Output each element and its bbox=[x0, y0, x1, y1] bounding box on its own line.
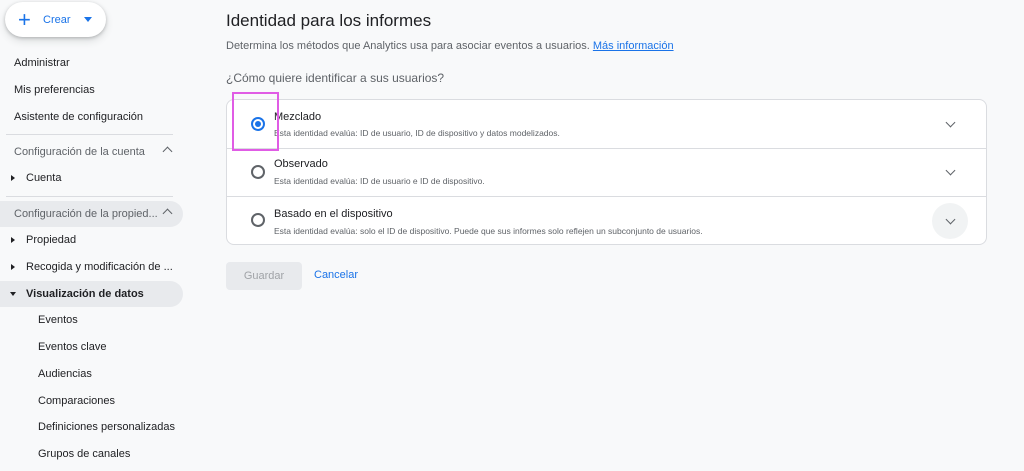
option-description: Esta identidad evalúa: solo el ID de dis… bbox=[274, 226, 703, 236]
option-dispositivo[interactable]: Basado en el dispositivo Esta identidad … bbox=[227, 196, 986, 244]
tree-item-cuenta[interactable]: Cuenta bbox=[0, 165, 183, 191]
option-observado[interactable]: Observado Esta identidad evalúa: ID de u… bbox=[227, 148, 986, 196]
sub-item-comparaciones[interactable]: Comparaciones bbox=[38, 395, 115, 407]
chevron-down-icon bbox=[945, 117, 955, 127]
expand-arrow-icon bbox=[11, 175, 15, 181]
account-settings-header[interactable]: Configuración de la cuenta bbox=[0, 139, 183, 165]
expand-observado-button[interactable] bbox=[932, 154, 968, 190]
create-label: Crear bbox=[43, 13, 71, 26]
radio-mezclado[interactable] bbox=[251, 117, 265, 131]
tree-item-label: Visualización de datos bbox=[26, 288, 144, 300]
chevron-down-icon bbox=[945, 214, 955, 224]
tree-item-recogida[interactable]: Recogida y modificación de ... bbox=[0, 254, 183, 280]
question-heading: ¿Cómo quiere identificar a sus usuarios? bbox=[226, 71, 445, 85]
tree-item-propiedad[interactable]: Propiedad bbox=[0, 227, 183, 253]
sub-item-eventos-clave[interactable]: Eventos clave bbox=[38, 341, 106, 353]
expand-mezclado-button[interactable] bbox=[932, 106, 968, 142]
sub-item-definiciones[interactable]: Definiciones personalizadas bbox=[38, 421, 175, 433]
create-button[interactable]: + Crear bbox=[5, 2, 106, 37]
more-info-link[interactable]: Más información bbox=[593, 40, 674, 52]
nav-asistente-configuracion[interactable]: Asistente de configuración bbox=[14, 111, 143, 123]
option-title: Mezclado bbox=[274, 111, 322, 123]
sub-item-grupos-canales[interactable]: Grupos de canales bbox=[38, 448, 130, 460]
sidebar-divider bbox=[6, 196, 173, 197]
property-settings-label: Configuración de la propied... bbox=[14, 208, 158, 220]
chevron-up-icon bbox=[162, 146, 173, 157]
expand-dispositivo-button[interactable] bbox=[932, 203, 968, 239]
sidebar: + Crear Administrar Mis preferencias Asi… bbox=[0, 0, 184, 471]
option-description: Esta identidad evalúa: ID de usuario e I… bbox=[274, 176, 485, 186]
save-button[interactable]: Guardar bbox=[226, 262, 302, 290]
tree-item-visualizacion-datos[interactable]: Visualización de datos bbox=[0, 281, 183, 307]
property-settings-header[interactable]: Configuración de la propied... bbox=[0, 201, 183, 227]
nav-administrar[interactable]: Administrar bbox=[14, 57, 70, 69]
sub-item-eventos[interactable]: Eventos bbox=[38, 314, 78, 326]
option-mezclado[interactable]: Mezclado Esta identidad evalúa: ID de us… bbox=[227, 100, 986, 148]
sidebar-divider bbox=[6, 134, 173, 135]
chevron-up-icon bbox=[162, 208, 173, 219]
description-text: Determina los métodos que Analytics usa … bbox=[226, 40, 590, 52]
identity-options-card: Mezclado Esta identidad evalúa: ID de us… bbox=[226, 99, 987, 245]
page-description: Determina los métodos que Analytics usa … bbox=[226, 40, 674, 52]
cancel-button[interactable]: Cancelar bbox=[314, 269, 358, 281]
tree-item-label: Propiedad bbox=[26, 234, 77, 246]
option-description: Esta identidad evalúa: ID de usuario, ID… bbox=[274, 128, 560, 138]
radio-dispositivo[interactable] bbox=[251, 213, 265, 227]
expand-arrow-icon bbox=[11, 264, 15, 270]
nav-mis-preferencias[interactable]: Mis preferencias bbox=[14, 84, 95, 96]
plus-icon: + bbox=[18, 6, 31, 32]
option-title: Observado bbox=[274, 158, 328, 170]
chevron-down-icon bbox=[945, 165, 955, 175]
tree-item-label: Cuenta bbox=[26, 172, 62, 184]
option-title: Basado en el dispositivo bbox=[274, 208, 393, 220]
sub-item-audiencias[interactable]: Audiencias bbox=[38, 368, 92, 380]
caret-down-icon bbox=[83, 17, 92, 22]
page-title: Identidad para los informes bbox=[226, 11, 432, 30]
radio-observado[interactable] bbox=[251, 165, 265, 179]
account-settings-label: Configuración de la cuenta bbox=[14, 146, 145, 158]
tree-item-label: Recogida y modificación de ... bbox=[26, 261, 173, 273]
expand-arrow-icon bbox=[11, 237, 15, 243]
collapse-arrow-icon bbox=[10, 292, 16, 296]
